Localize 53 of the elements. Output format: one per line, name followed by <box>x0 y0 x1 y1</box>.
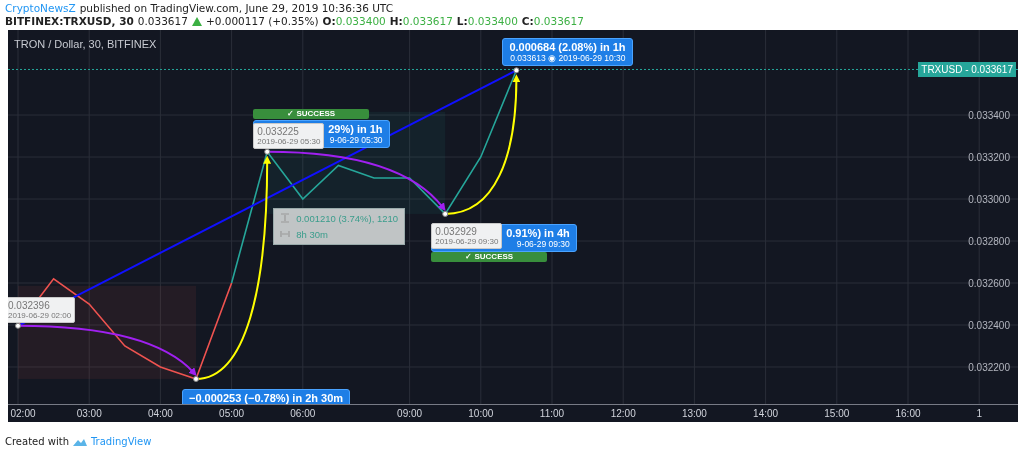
chart-title: TRON / Dollar, 30, BITFINEX <box>14 38 157 50</box>
price-axis-label: 0.032400 <box>968 319 1010 331</box>
time-axis-label: 16:00 <box>895 408 921 419</box>
ohlc-value: 0.033400 <box>467 15 518 27</box>
price-change: +0.000117 (+0.35%) <box>205 15 319 27</box>
time-axis-label: 03:00 <box>76 408 102 419</box>
price-axis-label: 0.032200 <box>968 361 1010 373</box>
ohlc-label: L: <box>456 15 468 27</box>
price-value: 0.032396 <box>8 299 51 311</box>
ohlc-label: H: <box>389 15 403 27</box>
time-axis-label: 09:00 <box>397 408 423 419</box>
ohlc-value: 0.033400 <box>335 15 386 27</box>
publish-info: published on TradingView.com, June 29, 2019 10:36:36 UTC <box>79 2 393 14</box>
measure-value: 0.001210 (3.74%), 1210 <box>296 212 399 224</box>
price-axis-label: 0.033200 <box>968 151 1010 163</box>
time-axis-label: 14:00 <box>753 408 779 419</box>
time-axis-label: 10:00 <box>468 408 494 419</box>
time-axis-label: 11:00 <box>539 408 565 419</box>
time-axis-label: 12:00 <box>610 408 636 419</box>
ohlc-label: C: <box>521 15 534 27</box>
success-badge: ✓ SUCCESS <box>253 108 370 119</box>
time-axis-label: 02:00 <box>10 408 36 419</box>
projection-date: 0.033613 ◉ 2019-06-29 10:30 <box>510 53 626 64</box>
price-tag: TRXUSD - 0.033617 <box>918 62 1016 78</box>
time-axis-label: 06:00 <box>290 408 316 419</box>
price-date: 2019-06-29 09:30 <box>435 236 499 246</box>
price-date: 2019-06-29 05:30 <box>257 136 321 146</box>
price-axis-label: 0.033000 <box>968 193 1010 205</box>
ohlc-value: 0.033617 <box>533 15 584 27</box>
price-axis-label: 0.032600 <box>968 277 1010 289</box>
symbol-name: BITFINEX:TRXUSD, 30 <box>5 15 134 27</box>
price-date: 2019-06-29 02:00 <box>8 310 72 320</box>
projection-date: 9-06-29 05:30 <box>329 134 383 145</box>
last-price: 0.033617 <box>137 15 188 27</box>
projection-value: −0.000253 (−0.78%) in 2h 30m <box>189 391 344 404</box>
time-axis-label: 13:00 <box>681 408 707 419</box>
measure-duration: 8h 30m <box>296 228 328 240</box>
price-value: 0.032929 <box>435 225 478 237</box>
time-axis-label: 04:00 <box>147 408 173 419</box>
success-badge: ✓ SUCCESS <box>431 251 548 262</box>
price-axis-label: 0.033400 <box>968 109 1010 121</box>
time-axis-label: 05:00 <box>219 408 245 419</box>
projection-value: 29%) in 1h <box>328 122 383 135</box>
price-axis-label: 0.032800 <box>968 235 1010 247</box>
projection-date: 9-06-29 09:30 <box>516 238 570 249</box>
time-axis-label: 1 <box>976 408 982 419</box>
ohlc-label: O: <box>322 15 336 27</box>
projection-value: 0.91%) in 4h <box>506 226 570 239</box>
projection-value: 0.000684 (2.08%) in 1h <box>509 41 626 54</box>
time-axis-label: 15:00 <box>824 408 850 419</box>
price-value: 0.033225 <box>257 125 300 137</box>
credit-text: Created with <box>5 436 69 447</box>
ohlc-value: 0.033617 <box>402 15 453 27</box>
